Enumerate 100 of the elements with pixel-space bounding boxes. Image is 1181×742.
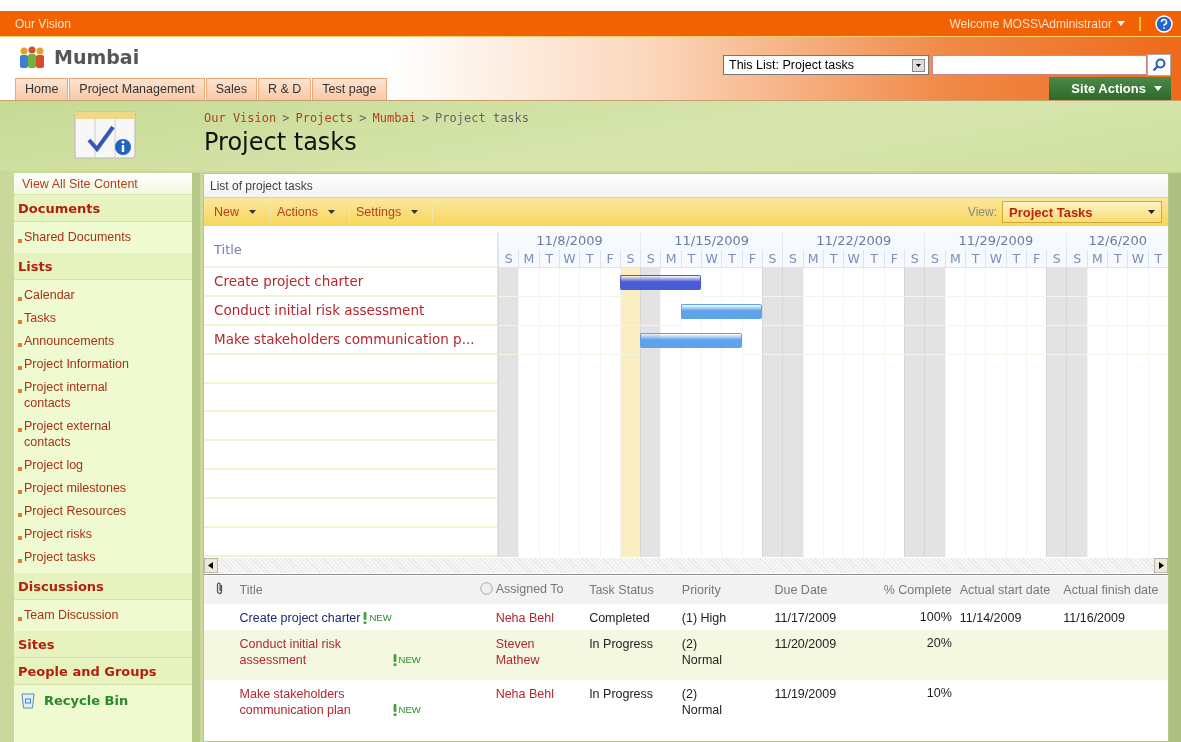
bullet-icon bbox=[18, 490, 22, 494]
nav-tab[interactable]: Test page bbox=[312, 78, 387, 100]
nav-tab[interactable]: Sales bbox=[205, 78, 257, 100]
day-label: F bbox=[599, 250, 620, 267]
nav-section-heading[interactable]: People and Groups bbox=[14, 658, 192, 685]
toolbar-menu[interactable]: Settings bbox=[350, 203, 434, 221]
person-link[interactable]: Neha Behl bbox=[495, 610, 558, 626]
bullet-icon bbox=[18, 467, 22, 471]
view-label: View: bbox=[967, 205, 997, 219]
nav-link[interactable]: Shared Documents bbox=[24, 229, 154, 245]
nav-link[interactable]: Calendar bbox=[24, 287, 154, 303]
search-scope-dropdown[interactable]: This List: Project tasks bbox=[723, 55, 929, 75]
breadcrumb-current: Project tasks bbox=[435, 111, 530, 125]
day-label: W bbox=[843, 250, 864, 267]
new-label: NEW bbox=[369, 611, 392, 625]
breadcrumb-link[interactable]: Mumbai bbox=[372, 111, 416, 125]
table-cell: In Progress bbox=[589, 687, 654, 701]
breadcrumb-link[interactable]: Projects bbox=[295, 111, 354, 125]
week-label: 11/15/2009 bbox=[640, 232, 783, 250]
site-title: Mumbai bbox=[54, 46, 140, 68]
toolbar-menu[interactable]: Actions bbox=[271, 203, 350, 221]
table-cell: 11/16/2009 bbox=[1063, 611, 1125, 625]
day-label: S bbox=[498, 250, 519, 267]
week-label: 11/8/2009 bbox=[498, 232, 641, 250]
nav-link[interactable]: Project external contacts bbox=[24, 418, 154, 450]
day-label: S bbox=[924, 250, 945, 267]
nav-link[interactable]: Project internal contacts bbox=[24, 379, 154, 411]
day-label: S bbox=[640, 250, 661, 267]
day-label: S bbox=[904, 250, 925, 267]
caret-icon bbox=[1148, 210, 1155, 214]
nav-link[interactable]: Team Discussion bbox=[24, 607, 154, 623]
task-title-link[interactable]: Make stakeholders communication p... bbox=[204, 325, 497, 355]
person-link[interactable]: Neha Behl bbox=[495, 686, 558, 702]
table-cell-text: (2) Normal bbox=[681, 636, 724, 668]
nav-link[interactable]: Tasks bbox=[24, 310, 154, 326]
search-icon bbox=[1152, 58, 1166, 72]
nav-link[interactable]: Project Information bbox=[24, 356, 154, 372]
bullet-icon bbox=[18, 513, 22, 517]
bullet-icon bbox=[18, 428, 22, 432]
day-label: S bbox=[1046, 250, 1067, 267]
caret-icon bbox=[249, 210, 256, 214]
nav-tab[interactable]: Home bbox=[15, 78, 69, 100]
day-label: T bbox=[1107, 250, 1128, 267]
table-cell: In Progress bbox=[589, 637, 654, 651]
breadcrumb-separator: > bbox=[282, 111, 290, 125]
bullet-icon bbox=[18, 366, 22, 370]
site-actions-button[interactable]: Site Actions bbox=[1049, 77, 1171, 100]
day-label: W bbox=[985, 250, 1006, 267]
table-cell-text: (2) Normal bbox=[681, 686, 724, 718]
nav-link[interactable]: Project log bbox=[24, 457, 154, 473]
bullet-icon bbox=[18, 559, 22, 563]
nav-link[interactable]: Project risks bbox=[24, 526, 154, 542]
bullet-icon bbox=[18, 297, 22, 301]
nav-section-heading[interactable]: Documents bbox=[14, 195, 192, 222]
nav-section-heading[interactable]: Sites bbox=[14, 631, 192, 658]
task-title-link[interactable]: Conduct initial risk assessment bbox=[204, 296, 497, 326]
task-title-link[interactable]: Conduct initial risk assessment bbox=[239, 636, 390, 668]
task-title-link[interactable]: Create project charter bbox=[204, 268, 497, 297]
nav-section-heading[interactable]: Discussions bbox=[14, 573, 192, 600]
day-label: S bbox=[619, 250, 641, 267]
nav-tab[interactable]: Project Management bbox=[69, 78, 205, 100]
bullet-icon bbox=[18, 343, 22, 347]
bullet-icon bbox=[18, 389, 22, 393]
recycle-bin-link[interactable]: Recycle Bin bbox=[44, 693, 129, 708]
day-label: M bbox=[518, 250, 539, 267]
nav-link[interactable]: Project Resources bbox=[24, 503, 154, 519]
column-header[interactable]: Title bbox=[239, 583, 263, 597]
new-label: NEW bbox=[398, 653, 421, 667]
scroll-left-icon[interactable] bbox=[204, 558, 218, 573]
task-title-link[interactable]: Make stakeholders communication plan bbox=[239, 686, 390, 718]
search-input[interactable] bbox=[932, 55, 1147, 75]
paperclip-icon bbox=[215, 582, 225, 595]
exclamation-icon bbox=[392, 704, 397, 716]
presence-icon bbox=[479, 582, 493, 596]
breadcrumb-link[interactable]: Our Vision bbox=[204, 111, 277, 125]
nav-link[interactable]: Project tasks bbox=[24, 549, 154, 565]
horizontal-scrollbar[interactable] bbox=[204, 557, 1168, 575]
day-label: M bbox=[944, 250, 965, 267]
exclamation-icon bbox=[363, 612, 368, 624]
person-link[interactable]: Steven Mathew bbox=[495, 636, 558, 668]
nav-tab[interactable]: R & D bbox=[257, 78, 312, 100]
day-label: T bbox=[1147, 250, 1168, 267]
task-title-link[interactable]: Create project charter bbox=[239, 610, 361, 626]
day-label: T bbox=[822, 250, 844, 267]
nav-link[interactable]: Project milestones bbox=[24, 480, 154, 496]
day-label: M bbox=[1086, 250, 1108, 267]
caret-icon bbox=[328, 210, 335, 214]
search-button[interactable] bbox=[1147, 54, 1171, 76]
caret-icon bbox=[411, 210, 419, 214]
help-icon[interactable] bbox=[1155, 14, 1173, 33]
view-all-link[interactable]: View All Site Content bbox=[14, 173, 192, 195]
day-label: T bbox=[579, 250, 600, 267]
scroll-right-icon[interactable] bbox=[1154, 558, 1168, 573]
nav-link[interactable]: Announcements bbox=[24, 333, 154, 349]
day-label: M bbox=[660, 250, 681, 267]
nav-section-heading[interactable]: Lists bbox=[14, 253, 192, 280]
toolbar-menu[interactable]: New bbox=[208, 203, 271, 221]
day-label: T bbox=[538, 250, 559, 267]
view-dropdown[interactable]: Project Tasks bbox=[1002, 201, 1162, 223]
breadcrumb-separator: > bbox=[359, 111, 367, 125]
